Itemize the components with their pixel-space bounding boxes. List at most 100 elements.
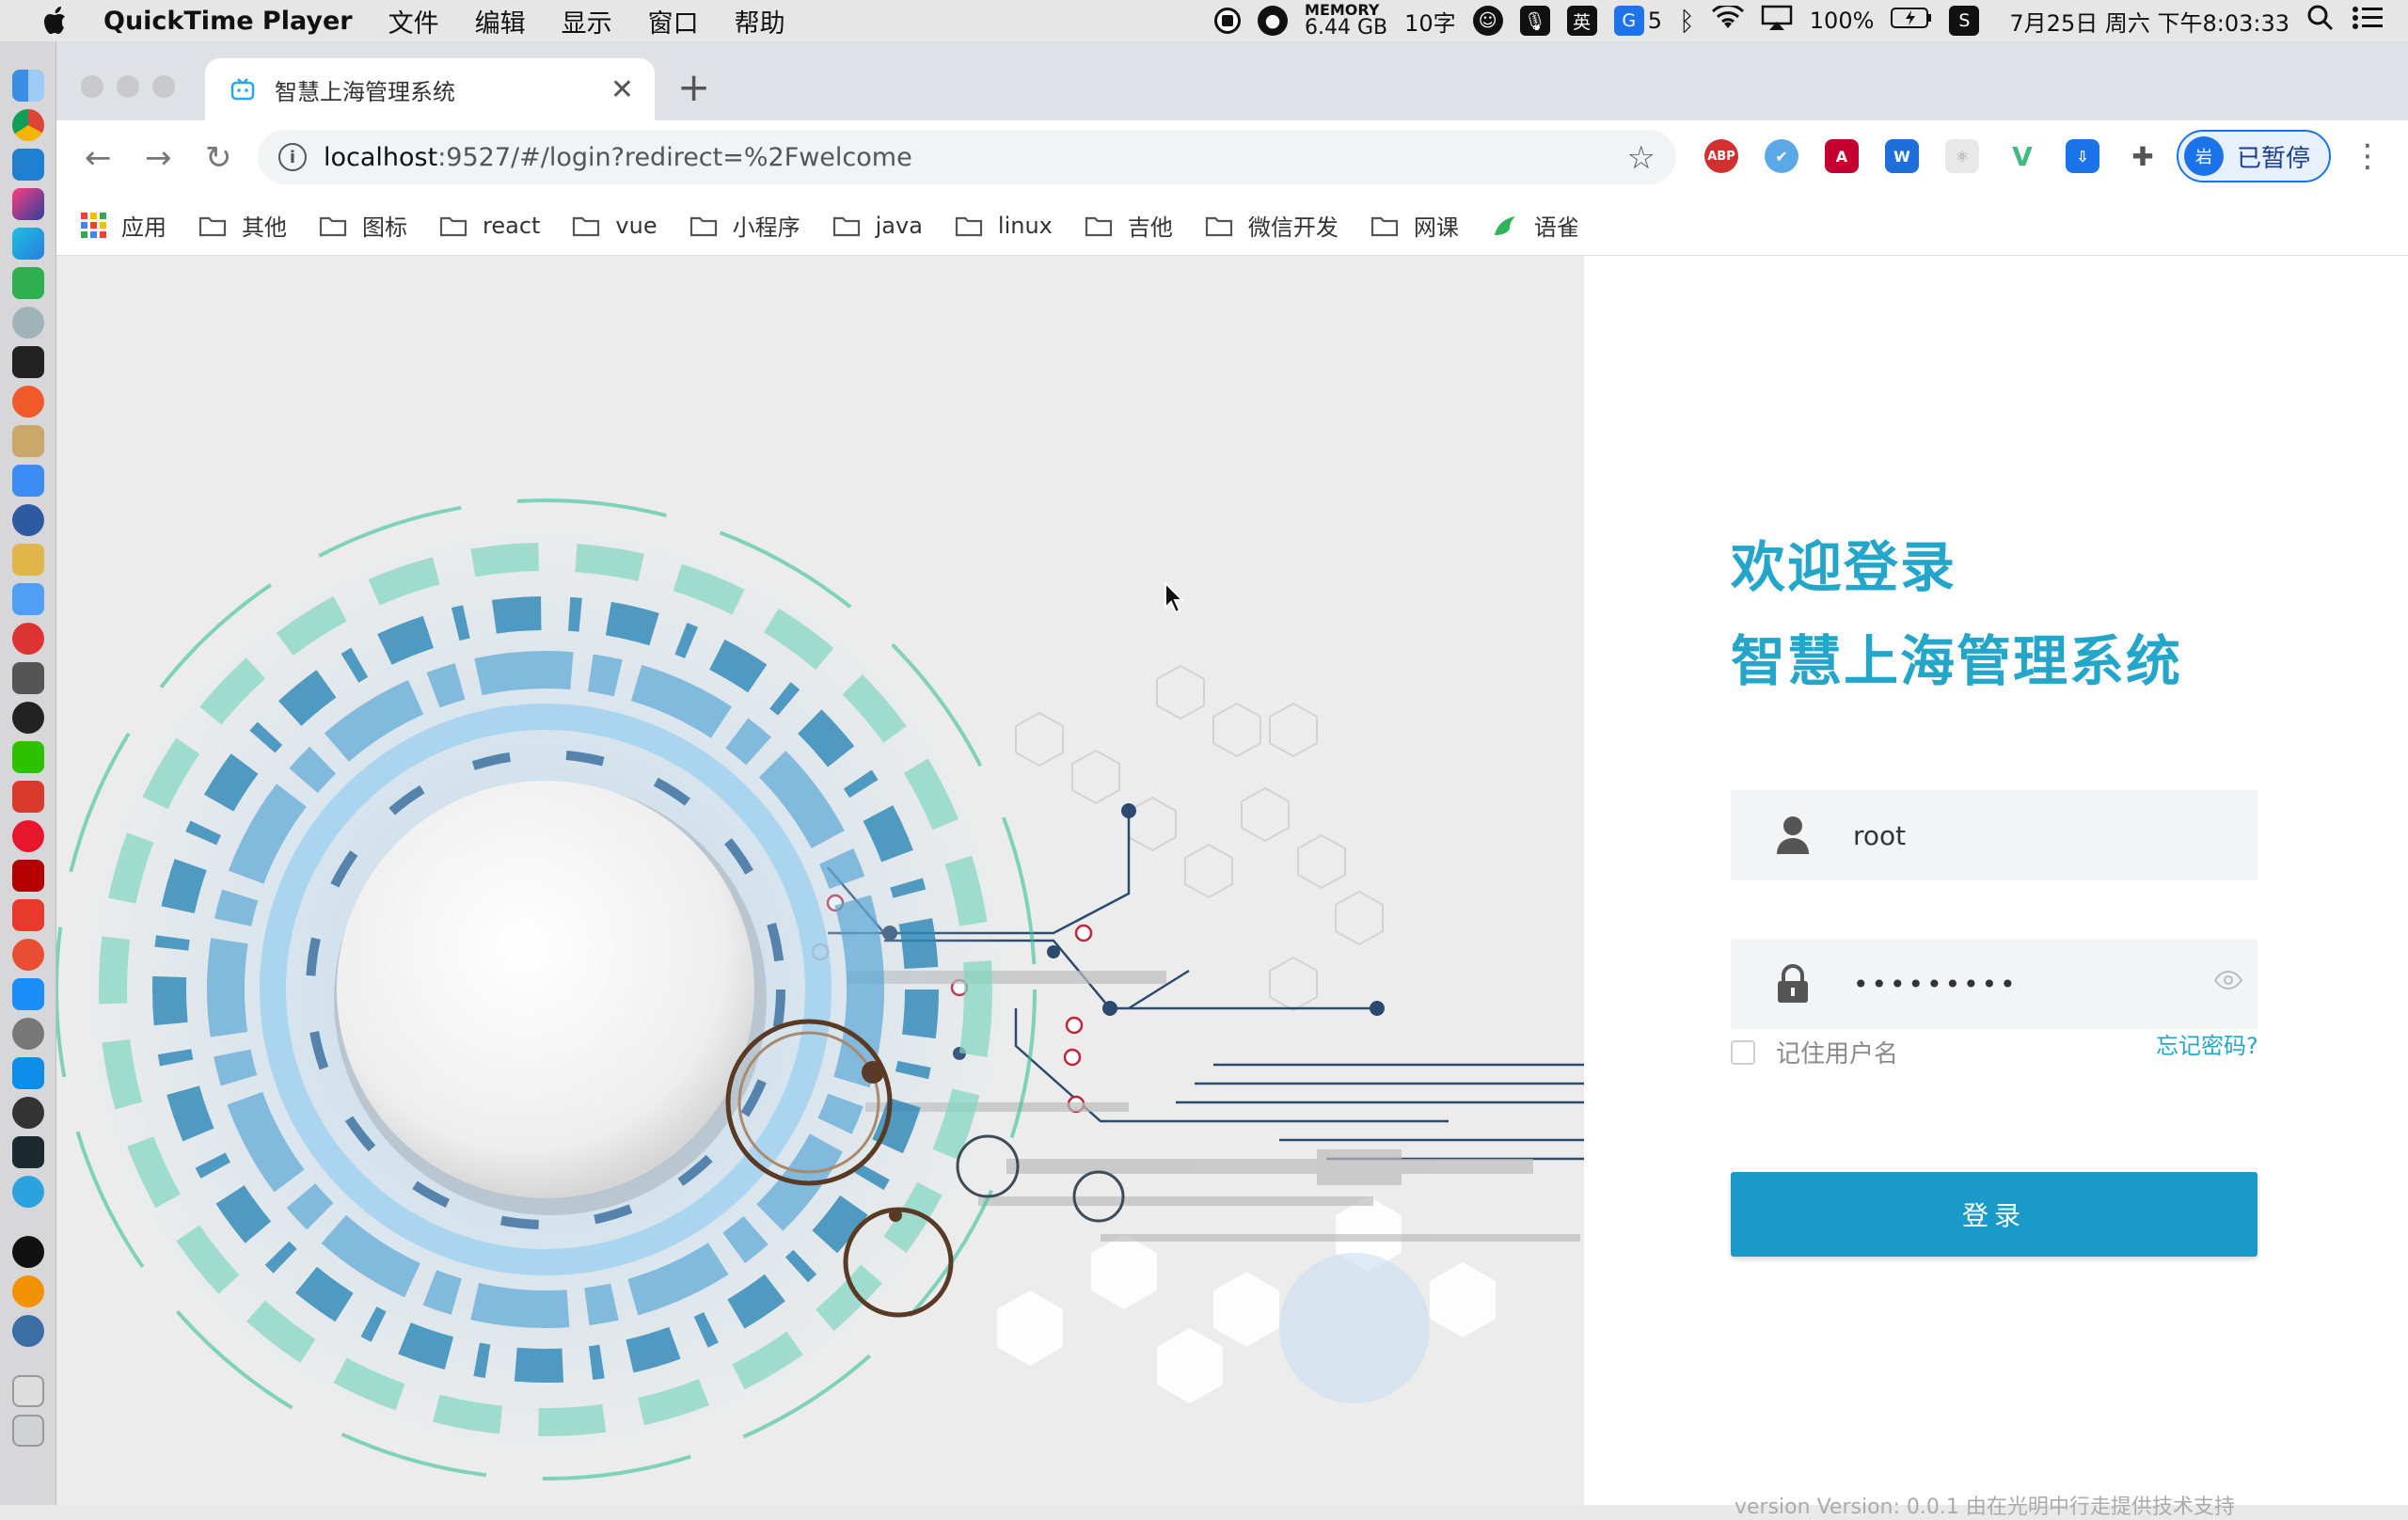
app-menu-name[interactable]: QuickTime Player bbox=[103, 7, 353, 36]
activity-monitor-icon[interactable] bbox=[11, 1136, 44, 1168]
hbuilder-icon[interactable] bbox=[11, 267, 44, 299]
bookmark-folder-linux[interactable]: linux bbox=[955, 213, 1053, 239]
menu-window[interactable]: 窗口 bbox=[648, 3, 699, 40]
new-tab-button[interactable]: + bbox=[677, 64, 710, 110]
site-info-icon[interactable]: i bbox=[278, 143, 307, 171]
quicktime-icon[interactable] bbox=[11, 1236, 44, 1268]
show-password-eye-icon[interactable] bbox=[2214, 971, 2242, 990]
chrome-icon[interactable] bbox=[11, 109, 44, 141]
git-icon[interactable] bbox=[11, 939, 44, 971]
extensions-puzzle-icon[interactable]: ✚ bbox=[2126, 139, 2160, 173]
airplay-icon[interactable] bbox=[1761, 5, 1793, 37]
close-window-button[interactable] bbox=[81, 75, 103, 98]
telegram-icon[interactable] bbox=[11, 1176, 44, 1208]
baidu-netdisk-icon[interactable] bbox=[11, 583, 44, 615]
angular-devtools-icon[interactable]: A bbox=[1825, 139, 1859, 173]
reload-button[interactable]: ↻ bbox=[205, 139, 232, 177]
sublime-icon[interactable] bbox=[11, 662, 44, 694]
apple-icon[interactable] bbox=[36, 0, 77, 41]
login-button[interactable]: 登录 bbox=[1731, 1172, 2258, 1257]
word-count[interactable]: 10字 bbox=[1404, 5, 1456, 38]
battery-percent[interactable]: 100% bbox=[1810, 8, 1875, 34]
adblock-plus-icon[interactable]: ABP bbox=[1704, 139, 1738, 173]
emoji-icon[interactable]: ☺ bbox=[1472, 6, 1503, 36]
bookmark-yuque[interactable]: 语雀 bbox=[1491, 209, 1579, 242]
notification-center-icon[interactable] bbox=[2352, 6, 2384, 36]
downloads-icon[interactable] bbox=[11, 1375, 44, 1407]
bookmark-folder-vue[interactable]: vue bbox=[572, 213, 657, 239]
intellij-icon[interactable] bbox=[11, 188, 44, 220]
menu-file[interactable]: 文件 bbox=[388, 3, 439, 40]
word-extension-icon[interactable]: W bbox=[1885, 139, 1919, 173]
battery-icon[interactable] bbox=[1891, 8, 1932, 34]
trash-icon[interactable] bbox=[11, 1415, 44, 1447]
save-extension-icon[interactable]: ⇩ bbox=[2066, 139, 2099, 173]
bookmark-folder-miniprogram[interactable]: 小程序 bbox=[689, 209, 800, 242]
tab-active[interactable]: 智慧上海管理系统 ✕ bbox=[205, 58, 655, 120]
input-method-indicator[interactable]: 英 bbox=[1566, 6, 1597, 36]
vscode-icon[interactable] bbox=[11, 149, 44, 181]
forward-button[interactable]: → bbox=[145, 139, 172, 177]
date-time[interactable]: 7月25日 周六 下午8:03:33 bbox=[2009, 5, 2289, 38]
tab-close-icon[interactable]: ✕ bbox=[610, 73, 634, 106]
address-bar[interactable]: i localhost:9527/#/login?redirect=%2Fwel… bbox=[258, 130, 1676, 184]
vimium-icon[interactable]: ✔ bbox=[1765, 139, 1798, 173]
bookmark-star-icon[interactable]: ☆ bbox=[1627, 139, 1656, 177]
menu-edit[interactable]: 编辑 bbox=[475, 3, 526, 40]
lark-icon[interactable] bbox=[11, 465, 44, 497]
teamviewer-icon[interactable] bbox=[11, 1057, 44, 1089]
weibo-icon[interactable] bbox=[11, 820, 44, 852]
memory-indicator[interactable]: MEMORY 6.44 GB bbox=[1305, 3, 1387, 39]
qq-icon[interactable] bbox=[11, 702, 44, 734]
forgot-password-link[interactable]: 忘记密码? bbox=[2156, 1027, 2258, 1060]
bookmark-folder-icons[interactable]: 图标 bbox=[319, 209, 407, 242]
terminal-icon[interactable] bbox=[11, 346, 44, 378]
password-input[interactable] bbox=[1851, 967, 2190, 1001]
bookmark-folder-courses[interactable]: 网课 bbox=[1370, 209, 1459, 242]
wechat-dock-icon[interactable] bbox=[11, 741, 44, 773]
sourcetree-icon[interactable] bbox=[11, 504, 44, 536]
netease-music-icon[interactable] bbox=[11, 623, 44, 655]
react-devtools-icon[interactable]: ⚛ bbox=[1945, 139, 1979, 173]
bookmark-folder-react[interactable]: react bbox=[439, 213, 540, 239]
app-store-icon[interactable] bbox=[11, 978, 44, 1010]
remote-icon[interactable] bbox=[11, 307, 44, 339]
microphone-icon[interactable]: 🎙 bbox=[1519, 6, 1550, 36]
menu-view[interactable]: 显示 bbox=[562, 3, 612, 40]
bluetooth-icon[interactable]: ᛒ bbox=[1679, 6, 1695, 37]
username-input[interactable] bbox=[1851, 818, 2190, 852]
vlc-icon[interactable] bbox=[11, 1275, 44, 1307]
filezilla-icon[interactable] bbox=[11, 860, 44, 892]
webstorm-icon[interactable] bbox=[11, 228, 44, 260]
menu-help[interactable]: 帮助 bbox=[735, 3, 785, 40]
safari-icon[interactable] bbox=[11, 386, 44, 418]
database-icon[interactable] bbox=[11, 544, 44, 576]
remember-username[interactable]: 记住用户名 bbox=[1731, 1035, 1898, 1069]
spotlight-search-icon[interactable] bbox=[2306, 4, 2335, 38]
finder-icon[interactable] bbox=[11, 70, 44, 102]
sougou-icon[interactable]: S bbox=[1949, 6, 1980, 36]
browser-menu-icon[interactable]: ⋮ bbox=[2352, 137, 2384, 175]
bookmark-label: linux bbox=[997, 212, 1053, 239]
vue-devtools-icon[interactable]: V bbox=[2005, 139, 2039, 173]
zoom-window-button[interactable] bbox=[152, 75, 175, 98]
back-button[interactable]: ← bbox=[85, 139, 112, 177]
system-preferences-icon[interactable] bbox=[11, 1018, 44, 1050]
bookmark-folder-java[interactable]: java bbox=[832, 213, 923, 239]
bookmark-apps[interactable]: 应用 bbox=[81, 209, 166, 242]
sequel-icon[interactable] bbox=[11, 425, 44, 457]
remember-checkbox[interactable] bbox=[1731, 1039, 1755, 1065]
todesk-icon[interactable] bbox=[11, 899, 44, 931]
profile-button[interactable]: 岩 已暂停 bbox=[2177, 130, 2331, 182]
wechat-icon[interactable]: ● bbox=[1258, 6, 1289, 36]
bookmark-folder-wechat-dev[interactable]: 微信开发 bbox=[1205, 209, 1339, 242]
bookmark-folder-other[interactable]: 其他 bbox=[198, 209, 287, 242]
xmind-icon[interactable] bbox=[11, 781, 44, 813]
bookmark-folder-guitar[interactable]: 吉他 bbox=[1085, 209, 1173, 242]
wifi-icon[interactable] bbox=[1711, 4, 1744, 36]
minimize-window-button[interactable] bbox=[117, 75, 139, 98]
notification-count[interactable]: G 5 bbox=[1613, 6, 1662, 36]
github-desktop-icon[interactable] bbox=[11, 1097, 44, 1129]
preview-icon[interactable] bbox=[11, 1315, 44, 1347]
screen-record-icon[interactable] bbox=[1214, 8, 1242, 34]
